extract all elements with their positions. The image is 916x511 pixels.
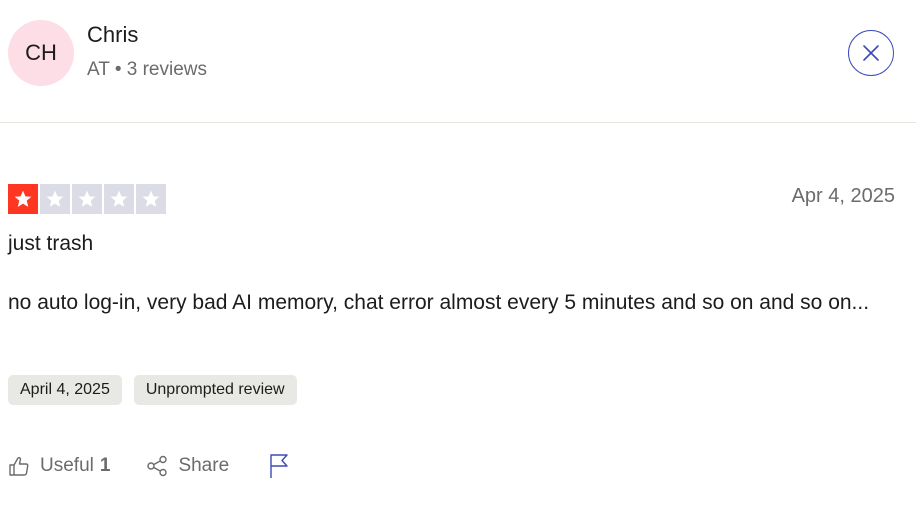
share-button[interactable]: Share bbox=[146, 455, 229, 477]
reviewer-meta: AT • 3 reviews bbox=[87, 59, 207, 81]
review-date: Apr 4, 2025 bbox=[791, 185, 895, 207]
flag-icon bbox=[270, 454, 288, 478]
star-icon bbox=[78, 190, 96, 207]
star-icon bbox=[110, 190, 128, 207]
avatar[interactable]: CH bbox=[8, 20, 74, 86]
star-icon bbox=[142, 190, 160, 207]
meta-separator: • bbox=[114, 59, 122, 80]
review-body: no auto log-in, very bad AI memory, chat… bbox=[8, 291, 870, 314]
star-2 bbox=[40, 184, 70, 214]
star-icon bbox=[46, 190, 64, 207]
share-label: Share bbox=[178, 455, 230, 476]
review-tags: April 4, 2025 Unprompted review bbox=[8, 375, 297, 405]
star-1 bbox=[8, 184, 38, 214]
star-rating bbox=[8, 184, 166, 214]
tag-unprompted-review[interactable]: Unprompted review bbox=[133, 375, 297, 405]
divider bbox=[0, 122, 916, 123]
close-button[interactable] bbox=[848, 30, 894, 76]
useful-label: Useful bbox=[40, 455, 94, 476]
close-icon bbox=[863, 45, 879, 61]
useful-button[interactable]: Useful 1 bbox=[8, 455, 110, 477]
review-actions: Useful 1 Share bbox=[8, 450, 291, 482]
reviewer-header: CH Chris AT • 3 reviews bbox=[0, 0, 916, 123]
star-3 bbox=[72, 184, 102, 214]
review-title: just trash bbox=[8, 232, 94, 255]
reviewer-name[interactable]: Chris bbox=[87, 22, 138, 48]
star-5 bbox=[136, 184, 166, 214]
reviewer-review-count: 3 reviews bbox=[126, 59, 207, 80]
tag-experience-date: April 4, 2025 bbox=[8, 375, 122, 405]
thumbs-up-icon bbox=[9, 456, 29, 476]
avatar-initials: CH bbox=[25, 40, 57, 65]
useful-count: 1 bbox=[99, 455, 111, 476]
reviewer-country: AT bbox=[87, 59, 110, 80]
report-button[interactable] bbox=[267, 453, 291, 479]
star-icon bbox=[14, 190, 32, 207]
share-icon bbox=[147, 455, 168, 477]
star-4 bbox=[104, 184, 134, 214]
